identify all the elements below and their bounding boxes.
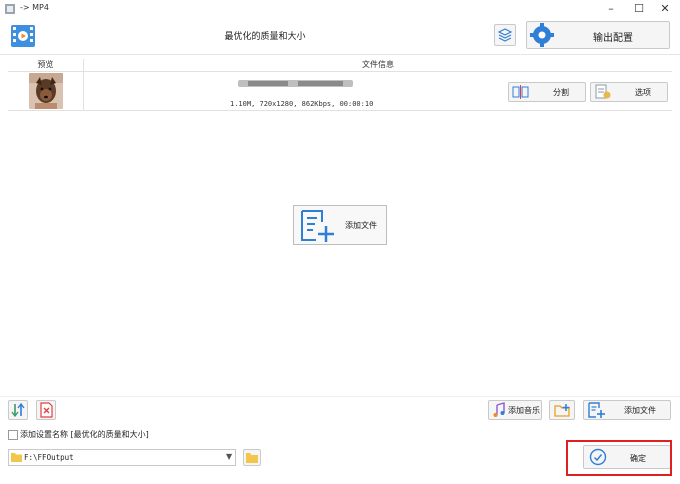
format-video-icon: [11, 25, 35, 47]
add-music-label: 添加音乐: [508, 406, 540, 415]
layers-icon: [497, 28, 513, 42]
delete-icon: [40, 402, 53, 418]
profile-label: 最优化的质量和大小: [224, 32, 306, 42]
delete-button[interactable]: [36, 400, 56, 420]
output-settings-label: 输出配置: [593, 33, 633, 44]
browse-folder-button[interactable]: [243, 449, 261, 466]
bottom-divider: [0, 396, 680, 397]
file-info-text: 1.10M, 720x1280, 862Kbps, 00:00:10: [230, 100, 374, 108]
file-name-blurred: [238, 79, 358, 89]
layers-button[interactable]: [494, 24, 516, 46]
dog-thumbnail-image: [29, 73, 63, 109]
ok-highlight-box: [566, 440, 672, 476]
minimize-button[interactable]: –: [600, 1, 622, 17]
sort-icon: [11, 402, 25, 418]
music-icon: [493, 402, 505, 417]
add-music-button[interactable]: 添加音乐: [488, 400, 542, 420]
add-file-small-icon: [588, 402, 605, 418]
options-label: 选项: [635, 88, 651, 97]
header-divider: [8, 71, 672, 72]
add-folder-button[interactable]: [549, 400, 575, 420]
video-thumbnail[interactable]: [29, 73, 63, 109]
path-folder-icon: [11, 453, 22, 462]
options-icon: [595, 84, 611, 99]
add-profile-name-label: 添加设置名称 [最优化的质量和大小]: [20, 430, 149, 439]
gear-icon: [530, 23, 554, 47]
add-file-button[interactable]: 添加文件: [583, 400, 671, 420]
title-bar: [0, 0, 680, 18]
output-path-value: F:\FFOutput: [24, 453, 74, 462]
column-header-file-info: 文件信息: [362, 60, 394, 69]
column-header-preview: 预览: [37, 60, 54, 69]
split-button[interactable]: 分割: [508, 82, 586, 102]
folder-icon: [246, 453, 258, 463]
split-label: 分割: [553, 88, 569, 97]
options-button[interactable]: 选项: [590, 82, 668, 102]
maximize-button[interactable]: ☐: [628, 1, 650, 17]
add-profile-name-checkbox[interactable]: [8, 430, 18, 440]
app-icon: [5, 4, 15, 14]
add-file-center-label: 添加文件: [345, 221, 377, 230]
dropdown-arrow-icon[interactable]: ▼: [226, 452, 232, 461]
sort-button[interactable]: [8, 400, 28, 420]
folder-add-icon: [554, 404, 570, 417]
row-divider: [8, 110, 672, 111]
close-button[interactable]: ✕: [654, 1, 676, 17]
window-title: -> MP4: [20, 3, 49, 12]
add-file-icon: [301, 210, 334, 242]
add-file-label: 添加文件: [624, 406, 656, 415]
split-icon: [512, 85, 529, 99]
column-divider: [83, 59, 84, 111]
